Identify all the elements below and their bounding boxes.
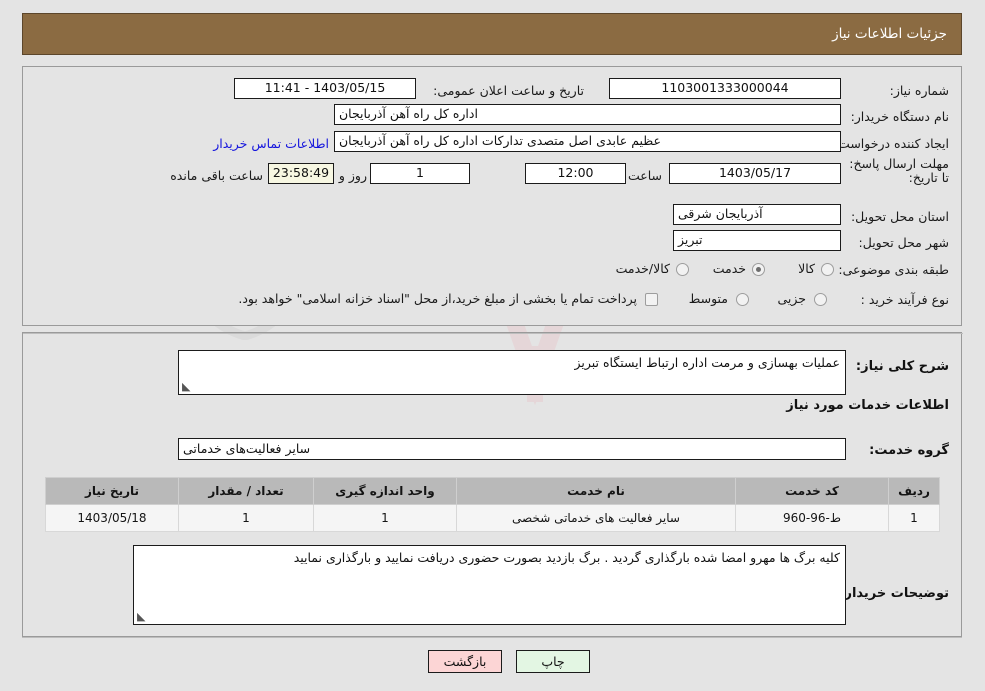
general-description-value[interactable]: عملیات بهسازی و مرمت اداره ارتباط ایستگا… <box>178 350 846 395</box>
table-header-row: ردیف کد خدمت نام خدمت واحد اندازه گیری ت… <box>45 477 940 505</box>
page-header: جزئیات اطلاعات نیاز <box>22 13 962 55</box>
services-table: ردیف کد خدمت نام خدمت واحد اندازه گیری ت… <box>45 477 940 532</box>
radio-category-kala-khedmat-label: کالا/خدمت <box>615 261 670 276</box>
td-name: سایر فعالیت های خدماتی شخصی <box>456 504 736 532</box>
buyer-org-label: نام دستگاه خریدار: <box>850 109 949 124</box>
buyer-contact-link[interactable]: اطلاعات تماس خریدار <box>213 136 329 151</box>
buyer-org-value: اداره کل راه آهن آذربایجان <box>334 104 841 125</box>
page-title: جزئیات اطلاعات نیاز <box>832 26 947 42</box>
print-button[interactable]: چاپ <box>516 650 590 673</box>
th-code: کد خدمت <box>735 477 889 505</box>
td-qty: 1 <box>178 504 314 532</box>
service-group-value: سایر فعالیت‌های خدماتی <box>178 438 846 460</box>
td-unit: 1 <box>313 504 457 532</box>
need-number-label: شماره نیاز: <box>889 83 949 98</box>
th-unit: واحد اندازه گیری <box>313 477 457 505</box>
deadline-label: مهلت ارسال پاسخ: تا تاریخ: <box>849 156 949 185</box>
radio-process-motavasset-label: متوسط <box>688 291 728 306</box>
resize-grip-icon-notes[interactable]: ◢ <box>137 610 147 623</box>
checkbox-islamic-treasury[interactable] <box>645 293 658 306</box>
service-group-label: گروه خدمت: <box>869 443 949 458</box>
days-remaining-value: 1 <box>370 163 470 184</box>
th-row: ردیف <box>888 477 940 505</box>
radio-process-jozei-label: جزیی <box>777 291 806 306</box>
td-row: 1 <box>888 504 940 532</box>
back-button[interactable]: بازگشت <box>428 650 502 673</box>
services-heading: اطلاعات خدمات مورد نیاز <box>786 398 949 413</box>
process-label: نوع فرآیند خرید : <box>860 292 949 307</box>
th-date: تاریخ نیاز <box>45 477 179 505</box>
city-value: تبریز <box>673 230 841 251</box>
creator-value: عظیم عابدی اصل متصدی تدارکات اداره کل را… <box>334 131 841 152</box>
deadline-time-value: 12:00 <box>525 163 626 184</box>
radio-category-khedmat-label: خدمت <box>712 261 746 276</box>
countdown-label: ساعت باقی مانده <box>170 168 263 183</box>
radio-category-kala-khedmat[interactable] <box>676 263 689 276</box>
need-summary-panel: شماره نیاز: 1103001333000044 تاریخ و ساع… <box>22 66 962 326</box>
buyer-notes-label: توضیحات خریدار: <box>839 586 949 601</box>
category-label: طبقه بندی موضوعی: <box>838 262 949 277</box>
deadline-date-value: 1403/05/17 <box>669 163 841 184</box>
islamic-treasury-note: پرداخت تمام یا بخشی از مبلغ خرید،از محل … <box>238 291 637 306</box>
general-description-label: شرح کلی نیاز: <box>855 359 949 374</box>
announce-label: تاریخ و ساعت اعلان عمومی: <box>433 83 584 98</box>
countdown-value: 23:58:49 <box>268 163 334 184</box>
hour-label: ساعت <box>627 168 662 183</box>
province-value: آذربایجان شرقی <box>673 204 841 225</box>
creator-label: ایجاد کننده درخواست: <box>833 136 949 151</box>
td-code: ط-96-960 <box>735 504 889 532</box>
need-number-value: 1103001333000044 <box>609 78 841 99</box>
radio-category-kala-label: کالا <box>798 261 815 276</box>
th-name: نام خدمت <box>456 477 736 505</box>
panel-divider-top <box>23 333 963 334</box>
table-row[interactable]: 1 ط-96-960 سایر فعالیت های خدماتی شخصی 1… <box>45 504 940 532</box>
radio-process-jozei[interactable] <box>814 293 827 306</box>
general-description-text: عملیات بهسازی و مرمت اداره ارتباط ایستگا… <box>574 355 841 370</box>
city-label: شهر محل تحویل: <box>858 235 949 250</box>
th-qty: تعداد / مقدار <box>178 477 314 505</box>
radio-category-kala[interactable] <box>821 263 834 276</box>
resize-grip-icon[interactable]: ◢ <box>182 380 192 393</box>
buyer-notes-value[interactable]: کلیه برگ ها مهرو امضا شده بارگذاری گردید… <box>133 545 846 625</box>
td-date: 1403/05/18 <box>45 504 179 532</box>
announce-value: 1403/05/15 - 11:41 <box>234 78 416 99</box>
buyer-notes-text: کلیه برگ ها مهرو امضا شده بارگذاری گردید… <box>293 550 840 565</box>
page-root: AriaTender.net جزئیات اطلاعات نیاز شماره… <box>0 0 985 691</box>
footer-divider <box>22 637 962 638</box>
province-label: استان محل تحویل: <box>850 209 949 224</box>
days-label: روز و <box>338 168 367 183</box>
radio-category-khedmat[interactable] <box>752 263 765 276</box>
radio-process-motavasset[interactable] <box>736 293 749 306</box>
